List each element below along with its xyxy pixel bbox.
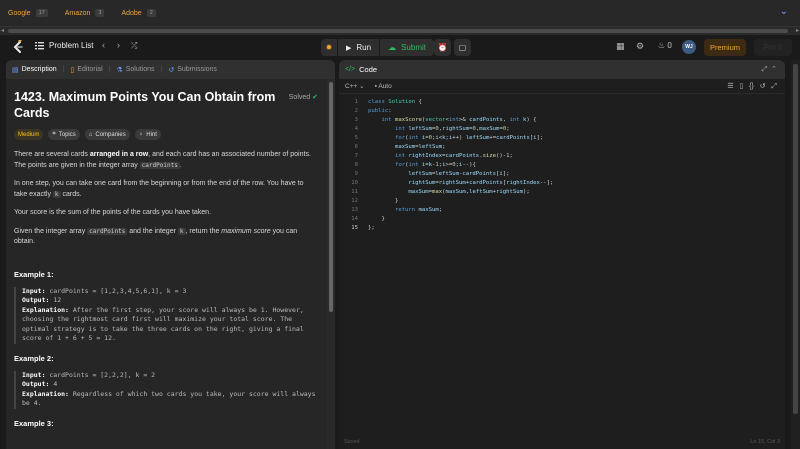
cloud-upload-icon: ☁ (388, 43, 397, 52)
code-panel-header: </> Code ⤢ ⌃ (339, 60, 785, 79)
fullscreen-icon[interactable]: ⤢ (771, 83, 777, 90)
language-select[interactable]: C++ ⌄ (345, 82, 365, 90)
company-count: 2 (146, 9, 156, 17)
chevron-down-icon: ⌄ (359, 83, 365, 90)
note-icon: ▢ (458, 43, 467, 52)
main-navbar: Problem List ‹ › ⤮ ✹ ▶ Run ☁ Submit ⏰ ▢ ▦ … (0, 35, 800, 60)
example-block: Example 2: Input: cardPoints = [2,2,2], … (14, 354, 318, 409)
scrollbar-thumb[interactable] (329, 82, 333, 312)
page-scrollbar[interactable] (791, 60, 800, 449)
example-body: Input: cardPoints = [1,2,3,4,5,6,1], k =… (14, 286, 318, 344)
flask-icon: ⚗ (116, 67, 123, 74)
list-icon (35, 42, 44, 50)
topics-chip[interactable]: ⌗ Topics (48, 129, 80, 140)
description-tabs: ▤ Description | ▯ Editorial | ⚗ Solutions |… (6, 60, 335, 79)
editor-actions: ☰ ▯ {} ↺ ⤢ (727, 82, 777, 91)
fire-icon: ♨ (658, 41, 666, 50)
editor-status-bar: Saved Ln 15, Col 3 (344, 439, 780, 445)
play-icon: ▶ (346, 44, 352, 52)
premium-button[interactable]: Premium (704, 39, 746, 56)
companies-chip[interactable]: ⌂ Companies (84, 129, 130, 140)
description-scrollbar[interactable] (327, 79, 335, 449)
code-panel: </> Code ⤢ ⌃ C++ ⌄ ▪ Auto ☰ ▯ {} ↺ ⤢ 1 cl… (339, 60, 785, 449)
tab-solutions[interactable]: ⚗ Solutions (116, 66, 154, 74)
code-brackets-icon: </> (345, 66, 356, 73)
example-heading: Example 1: (14, 269, 54, 279)
problem-list-button[interactable]: Problem List (35, 41, 93, 50)
reset-icon[interactable]: ↺ (760, 83, 766, 90)
description-paragraph: Your score is the sum of the points of t… (14, 209, 212, 216)
lock-icon: ▪ (374, 82, 377, 90)
shuffle-icon[interactable]: ⤮ (131, 41, 137, 51)
tag-icon: ⌗ (52, 131, 56, 137)
company-count: 3 (95, 9, 105, 17)
lock-icon: ⌂ (88, 131, 93, 138)
editor-toolbar: C++ ⌄ ▪ Auto ☰ ▯ {} ↺ ⤢ (339, 79, 785, 94)
tab-description[interactable]: ▤ Description (12, 66, 57, 74)
tab-editorial[interactable]: ▯ Editorial (70, 66, 102, 74)
collapse-icon[interactable]: ⌃ (771, 66, 777, 73)
alarm-clock-icon: ⏰ (437, 43, 448, 52)
gear-icon[interactable]: ⚙ (636, 41, 644, 52)
example-body: Input: cardPoints = [2,2,2], k = 2 Outpu… (14, 370, 318, 409)
prev-problem-icon[interactable]: ‹ (102, 40, 105, 50)
history-icon: ↺ (168, 67, 175, 74)
hint-chip[interactable]: ♀ Hint (134, 129, 161, 140)
code-editor[interactable]: 1 class Solution { 2 public: 3 int maxScor… (339, 98, 785, 438)
tag-chips: Medium ⌗ Topics ⌂ Companies ♀ Hint (14, 129, 318, 140)
scrollbar-thumb[interactable] (793, 64, 798, 414)
horizontal-scrollbar[interactable]: ◂ ▸ (0, 27, 800, 35)
submit-button[interactable]: ☁ Submit (379, 39, 434, 56)
difficulty-badge: Medium (14, 129, 44, 140)
debug-bug-icon[interactable]: ✹ (321, 39, 337, 56)
bookmark-icon[interactable]: ▯ (739, 83, 743, 90)
description-panel: ▤ Description | ▯ Editorial | ⚗ Solutions |… (6, 60, 335, 449)
chevron-down-icon[interactable]: ⌄ (780, 6, 788, 17)
streak-counter[interactable]: ♨ 0 (658, 41, 672, 50)
example-block: Example 1: Input: cardPoints = [1,2,3,4,… (14, 270, 318, 344)
layout-grid-icon[interactable]: ▦ (616, 41, 625, 52)
format-icon[interactable]: ☰ (727, 83, 733, 90)
example-heading: Example 2: (14, 353, 54, 363)
panel-controls: ⤢ ⌃ (762, 65, 777, 74)
timer-button[interactable]: ⏰ (434, 39, 451, 56)
example-block: Example 3: (14, 419, 318, 428)
description-paragraph: There are several cards arranged in a ro… (14, 151, 311, 169)
example-heading: Example 3: (14, 418, 54, 428)
check-circle-icon: ✔ (312, 94, 318, 101)
scroll-left-icon[interactable]: ◂ (1, 27, 4, 34)
faded-nav-button[interactable]: Pro 0 (754, 39, 792, 56)
solved-status: Solved ✔ (288, 94, 318, 101)
braces-icon[interactable]: {} (749, 83, 754, 90)
company-tags-bar: Google 17 Amazon 3 Adobe 2 ⌄ (0, 0, 800, 27)
tab-submissions[interactable]: ↺ Submissions (168, 66, 217, 74)
company-tag-adobe[interactable]: Adobe 2 (121, 9, 156, 17)
notes-button[interactable]: ▢ (454, 39, 471, 56)
description-paragraph: In one step, you can take one card from … (14, 180, 304, 198)
next-problem-icon[interactable]: › (117, 40, 120, 50)
leetcode-logo-icon[interactable] (11, 40, 25, 54)
document-icon: ▤ (12, 67, 19, 74)
book-icon: ▯ (70, 67, 75, 74)
code-panel-title: Code (359, 65, 378, 74)
expand-icon[interactable]: ⤢ (762, 66, 768, 73)
avatar[interactable]: WJ (682, 40, 696, 54)
run-submit-group: ✹ ▶ Run ☁ Submit (321, 39, 434, 56)
description-paragraph: Given the integer array cardPoints and t… (14, 227, 298, 245)
scroll-right-icon[interactable]: ▸ (796, 27, 799, 34)
company-tag-amazon[interactable]: Amazon 3 (65, 9, 105, 17)
company-count: 17 (35, 9, 48, 17)
description-content: 1423. Maximum Points You Can Obtain from… (6, 79, 326, 449)
problem-title[interactable]: 1423. Maximum Points You Can Obtain from… (14, 89, 279, 121)
lightbulb-icon: ♀ (138, 131, 144, 138)
auto-mode-toggle[interactable]: ▪ Auto (375, 83, 392, 90)
company-tag-google[interactable]: Google 17 (8, 9, 48, 17)
scrollbar-thumb[interactable] (8, 29, 788, 33)
run-button[interactable]: ▶ Run (337, 39, 379, 56)
